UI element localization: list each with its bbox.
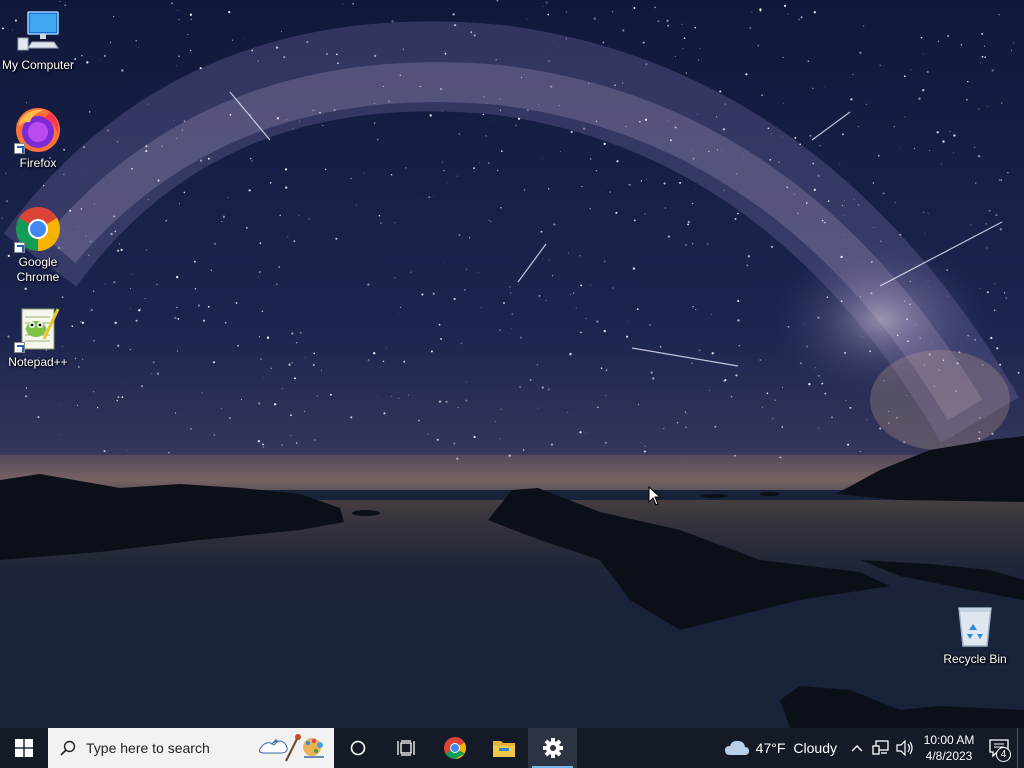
taskbar-app-settings[interactable] bbox=[528, 728, 577, 768]
clock-time: 10:00 AM bbox=[923, 733, 975, 747]
speaker-icon bbox=[896, 740, 913, 756]
desktop-icon-label: Google Chrome bbox=[16, 255, 60, 284]
taskbar-search-box[interactable]: Type here to search bbox=[48, 728, 334, 768]
desktop-icon-google-chrome[interactable]: Google Chrome bbox=[0, 205, 76, 285]
weather-temperature: 47°F bbox=[755, 740, 786, 756]
desktop-icon-label: Recycle Bin bbox=[943, 652, 1007, 666]
clock-date: 4/8/2023 bbox=[925, 749, 973, 763]
cortana-circle-icon bbox=[350, 740, 366, 756]
show-desktop-button[interactable] bbox=[1017, 728, 1024, 768]
folder-icon bbox=[492, 741, 515, 757]
notification-count-badge: 4 bbox=[996, 747, 1011, 762]
chrome-icon bbox=[14, 205, 62, 253]
search-placeholder: Type here to search bbox=[86, 740, 210, 756]
volume-button[interactable] bbox=[893, 728, 917, 768]
firefox-icon bbox=[14, 106, 62, 154]
weather-widget[interactable]: 47°F Cloudy bbox=[716, 728, 845, 768]
search-highlight-doodle-icon bbox=[259, 734, 324, 762]
clock[interactable]: 10:00 AM 4/8/2023 bbox=[917, 732, 981, 764]
gear-icon bbox=[542, 738, 563, 758]
taskbar: Type here to search 47°F Cloudy 10:00 AM… bbox=[0, 728, 1024, 768]
cortana-button[interactable] bbox=[334, 728, 382, 768]
network-button[interactable] bbox=[869, 728, 893, 768]
mouse-cursor-icon bbox=[648, 485, 662, 511]
shortcut-arrow-icon bbox=[14, 342, 25, 353]
shortcut-arrow-icon bbox=[14, 143, 25, 154]
desktop-icon-label: My Computer bbox=[1, 58, 75, 72]
system-tray: 47°F Cloudy 10:00 AM 4/8/2023 4 bbox=[716, 728, 1024, 768]
desktop-icon-firefox[interactable]: Firefox bbox=[0, 106, 76, 171]
recycle-bin-icon bbox=[951, 602, 999, 650]
task-view-icon bbox=[397, 740, 415, 756]
desktop-icon-recycle-bin[interactable]: Recycle Bin bbox=[937, 602, 1013, 667]
desktop-icon-my-computer[interactable]: My Computer bbox=[0, 8, 76, 73]
desktop-icon-notepadpp[interactable]: Notepad++ bbox=[0, 305, 76, 370]
desktop-icon-label: Firefox bbox=[19, 156, 57, 170]
show-hidden-icons-button[interactable] bbox=[845, 728, 869, 768]
windows-logo-icon bbox=[15, 739, 33, 757]
desktop-icon-label: Notepad++ bbox=[8, 355, 68, 369]
computer-icon bbox=[14, 8, 62, 56]
network-icon bbox=[872, 740, 889, 755]
notepadpp-icon bbox=[14, 305, 62, 353]
taskbar-app-file-explorer[interactable] bbox=[479, 728, 528, 768]
weather-condition: Cloudy bbox=[793, 740, 837, 756]
desktop-wallpaper bbox=[0, 0, 1024, 728]
shortcut-arrow-icon bbox=[14, 242, 25, 253]
cloud-icon bbox=[724, 740, 749, 755]
taskbar-app-chrome[interactable] bbox=[430, 728, 479, 768]
start-button[interactable] bbox=[0, 728, 48, 768]
search-icon bbox=[60, 740, 76, 756]
chevron-up-icon bbox=[851, 745, 863, 752]
task-view-button[interactable] bbox=[382, 728, 430, 768]
chrome-icon bbox=[443, 737, 466, 759]
action-center-button[interactable]: 4 bbox=[981, 728, 1017, 768]
